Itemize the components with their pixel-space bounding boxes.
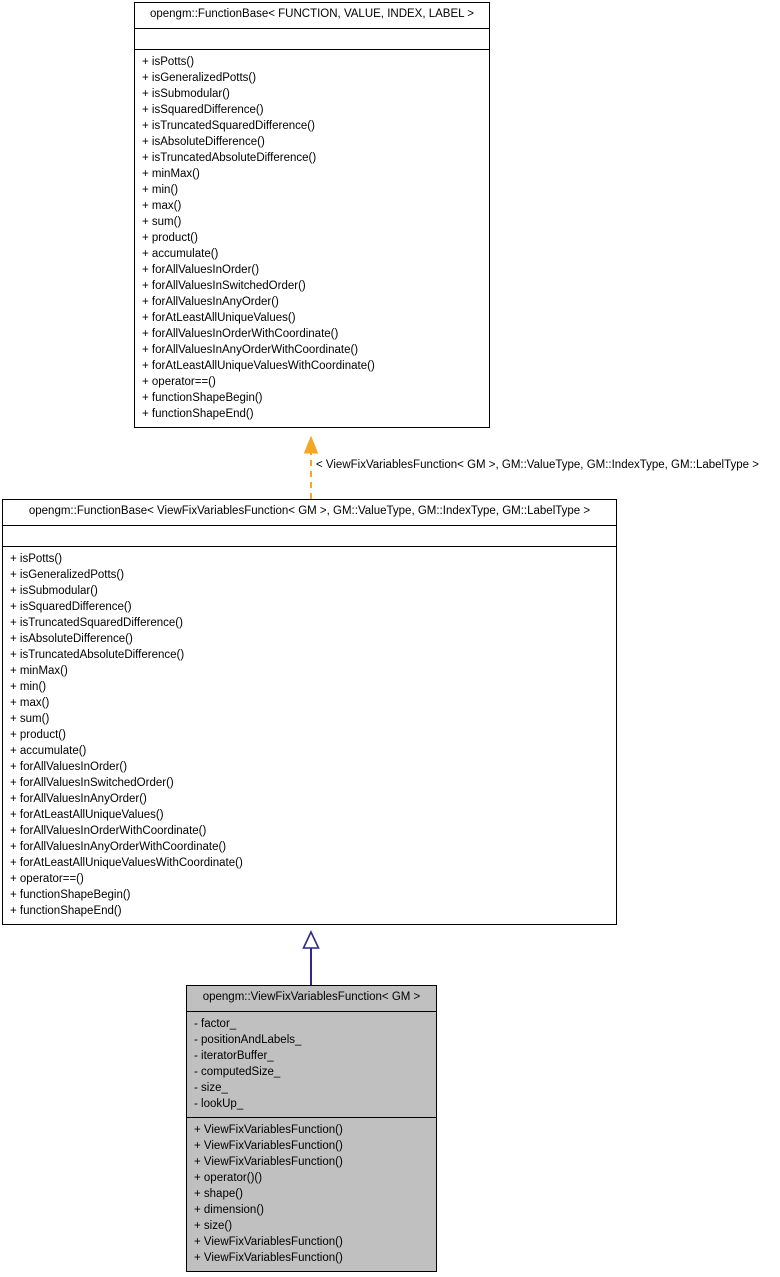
class-attribute: - lookUp_ bbox=[194, 1097, 244, 1110]
class-method: + forAllValuesInOrder() bbox=[142, 263, 260, 276]
class-method: + forAllValuesInAnyOrderWithCoordinate() bbox=[10, 840, 227, 853]
inheritance-edge bbox=[302, 930, 320, 985]
class-method: + size() bbox=[194, 1219, 233, 1232]
class-box-view-fix-variables-function[interactable]: opengm::ViewFixVariablesFunction< GM > -… bbox=[186, 985, 437, 1272]
class-method: + functionShapeEnd() bbox=[10, 904, 122, 917]
class-method: + isGeneralizedPotts() bbox=[142, 71, 257, 84]
class-method: + isTruncatedSquaredDifference() bbox=[142, 119, 315, 132]
class-method: + accumulate() bbox=[142, 247, 219, 260]
template-binding-arrowhead bbox=[303, 435, 319, 454]
class-method: + max() bbox=[142, 199, 182, 212]
attributes-compartment-function-base-template bbox=[135, 29, 489, 50]
class-method: + min() bbox=[10, 680, 47, 693]
class-method: + ViewFixVariablesFunction() bbox=[194, 1139, 343, 1152]
attributes-compartment-view-fix-variables-function: - factor_ - positionAndLabels_ - iteratorB… bbox=[187, 1012, 436, 1118]
class-method: + operator==() bbox=[10, 872, 84, 885]
class-method: + dimension() bbox=[194, 1203, 264, 1216]
edge-label-template-binding: < ViewFixVariablesFunction< GM >, GM::Va… bbox=[316, 459, 759, 471]
class-method: + forAllValuesInOrder() bbox=[10, 760, 128, 773]
class-method: + isSquaredDifference() bbox=[10, 600, 132, 613]
class-method: + operator()() bbox=[194, 1171, 263, 1184]
class-method: + shape() bbox=[194, 1187, 243, 1200]
class-box-function-base-template[interactable]: opengm::FunctionBase< FUNCTION, VALUE, I… bbox=[134, 2, 490, 428]
class-method: + forAtLeastAllUniqueValuesWithCoordinat… bbox=[10, 856, 243, 869]
class-method: + functionShapeEnd() bbox=[142, 407, 254, 420]
class-title-function-base-instantiated: opengm::FunctionBase< ViewFixVariablesFu… bbox=[3, 500, 616, 526]
class-attribute: - positionAndLabels_ bbox=[194, 1033, 302, 1046]
class-method: + forAllValuesInOrderWithCoordinate() bbox=[10, 824, 207, 837]
class-method: + min() bbox=[142, 183, 179, 196]
class-method: + isGeneralizedPotts() bbox=[10, 568, 125, 581]
class-attribute: - factor_ bbox=[194, 1017, 237, 1030]
class-method: + forAtLeastAllUniqueValuesWithCoordinat… bbox=[142, 359, 375, 372]
class-method: + isAbsoluteDifference() bbox=[10, 632, 133, 645]
class-method: + isSubmodular() bbox=[10, 584, 98, 597]
methods-compartment-view-fix-variables-function: + ViewFixVariablesFunction() + ViewFixVar… bbox=[187, 1118, 436, 1271]
class-title-function-base-template: opengm::FunctionBase< FUNCTION, VALUE, I… bbox=[135, 3, 489, 29]
class-attribute: - size_ bbox=[194, 1081, 228, 1094]
methods-compartment-function-base-instantiated: + isPotts() + isGeneralizedPotts() + isSub… bbox=[3, 547, 616, 924]
class-method: + isPotts() bbox=[10, 552, 63, 565]
class-method: + isAbsoluteDifference() bbox=[142, 135, 265, 148]
class-method: + isSubmodular() bbox=[142, 87, 230, 100]
class-method: + forAllValuesInSwitchedOrder() bbox=[10, 776, 174, 789]
class-method: + functionShapeBegin() bbox=[142, 391, 263, 404]
class-method: + ViewFixVariablesFunction() bbox=[194, 1123, 343, 1136]
methods-compartment-function-base-template: + isPotts() + isGeneralizedPotts() + isSub… bbox=[135, 50, 489, 427]
class-attribute: - computedSize_ bbox=[194, 1065, 281, 1078]
class-method: + forAtLeastAllUniqueValues() bbox=[10, 808, 164, 821]
class-method: + forAllValuesInAnyOrder() bbox=[10, 792, 147, 805]
class-method: + isTruncatedAbsoluteDifference() bbox=[10, 648, 185, 661]
class-method: + accumulate() bbox=[10, 744, 87, 757]
class-attribute: - iteratorBuffer_ bbox=[194, 1049, 274, 1062]
class-method: + minMax() bbox=[142, 167, 200, 180]
class-method: + product() bbox=[10, 728, 66, 741]
class-method: + sum() bbox=[10, 712, 50, 725]
class-method: + forAllValuesInAnyOrderWithCoordinate() bbox=[142, 343, 359, 356]
class-method: + ViewFixVariablesFunction() bbox=[194, 1155, 343, 1168]
attributes-compartment-function-base-instantiated bbox=[3, 526, 616, 547]
class-method: + forAllValuesInAnyOrder() bbox=[142, 295, 279, 308]
class-method: + ViewFixVariablesFunction() bbox=[194, 1235, 343, 1248]
class-method: + forAllValuesInOrderWithCoordinate() bbox=[142, 327, 339, 340]
class-method: + functionShapeBegin() bbox=[10, 888, 131, 901]
class-method: + isSquaredDifference() bbox=[142, 103, 264, 116]
class-method: + isTruncatedAbsoluteDifference() bbox=[142, 151, 317, 164]
class-method: + product() bbox=[142, 231, 198, 244]
class-method: + isTruncatedSquaredDifference() bbox=[10, 616, 183, 629]
class-title-view-fix-variables-function: opengm::ViewFixVariablesFunction< GM > bbox=[187, 986, 436, 1012]
class-box-function-base-instantiated[interactable]: opengm::FunctionBase< ViewFixVariablesFu… bbox=[2, 499, 617, 925]
class-method: + isPotts() bbox=[142, 55, 195, 68]
class-method: + ViewFixVariablesFunction() bbox=[194, 1251, 343, 1264]
class-method: + minMax() bbox=[10, 664, 68, 677]
inheritance-arrowhead bbox=[302, 930, 320, 949]
class-method: + operator==() bbox=[142, 375, 216, 388]
class-method: + sum() bbox=[142, 215, 182, 228]
class-method: + max() bbox=[10, 696, 50, 709]
uml-class-diagram: opengm::FunctionBase< FUNCTION, VALUE, I… bbox=[0, 0, 780, 1277]
class-method: + forAllValuesInSwitchedOrder() bbox=[142, 279, 306, 292]
class-method: + forAtLeastAllUniqueValues() bbox=[142, 311, 296, 324]
